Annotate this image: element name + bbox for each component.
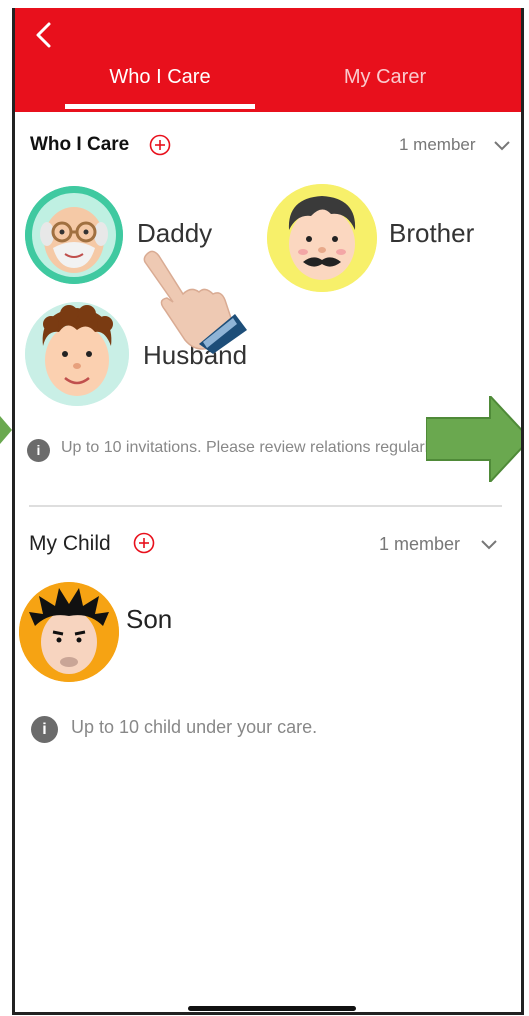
who-i-care-member-count[interactable]: 1 member [399,135,476,155]
add-who-i-care-button[interactable] [149,134,171,156]
who-i-care-info-text: Up to 10 invitations. Please review rela… [61,439,440,456]
my-child-member-count[interactable]: 1 member [379,534,460,555]
arrow-right-icon [426,396,521,482]
tab-who-i-care[interactable]: Who I Care [65,66,255,89]
person-label-son[interactable]: Son [126,604,172,635]
arrow-right-icon [0,416,12,444]
top-nav-bar: Who I Care My Carer [15,8,521,112]
who-i-care-title: Who I Care [30,134,130,155]
chevron-down-icon[interactable] [480,539,498,551]
section-divider [29,505,502,507]
plus-circle-icon [149,134,171,156]
plus-circle-icon [133,532,155,554]
app-screen: Who I Care My Carer Who I Care 1 member [12,8,524,1015]
avatar-husband[interactable] [25,302,129,406]
curly-hair-man-icon [25,302,129,406]
mustache-man-icon [267,184,377,292]
grandpa-glasses-icon [25,186,123,284]
avatar-son[interactable] [19,582,119,682]
tab-my-carer[interactable]: My Carer [290,66,480,89]
info-icon: i [31,716,58,743]
back-button[interactable] [29,20,59,50]
chevron-down-icon[interactable] [493,140,511,152]
my-child-info-text: Up to 10 child under your care. [71,717,318,737]
person-label-brother[interactable]: Brother [389,218,474,249]
chevron-left-icon [36,22,51,48]
avatar-brother[interactable] [267,184,377,292]
info-icon: i [27,439,50,462]
pointing-hand-icon [143,250,247,354]
avatar-daddy[interactable] [25,186,123,284]
home-indicator[interactable] [188,1006,356,1011]
spiky-hair-boy-icon [19,582,119,682]
add-my-child-button[interactable] [133,532,155,554]
active-tab-indicator [65,104,255,109]
my-child-title: My Child [29,532,111,555]
